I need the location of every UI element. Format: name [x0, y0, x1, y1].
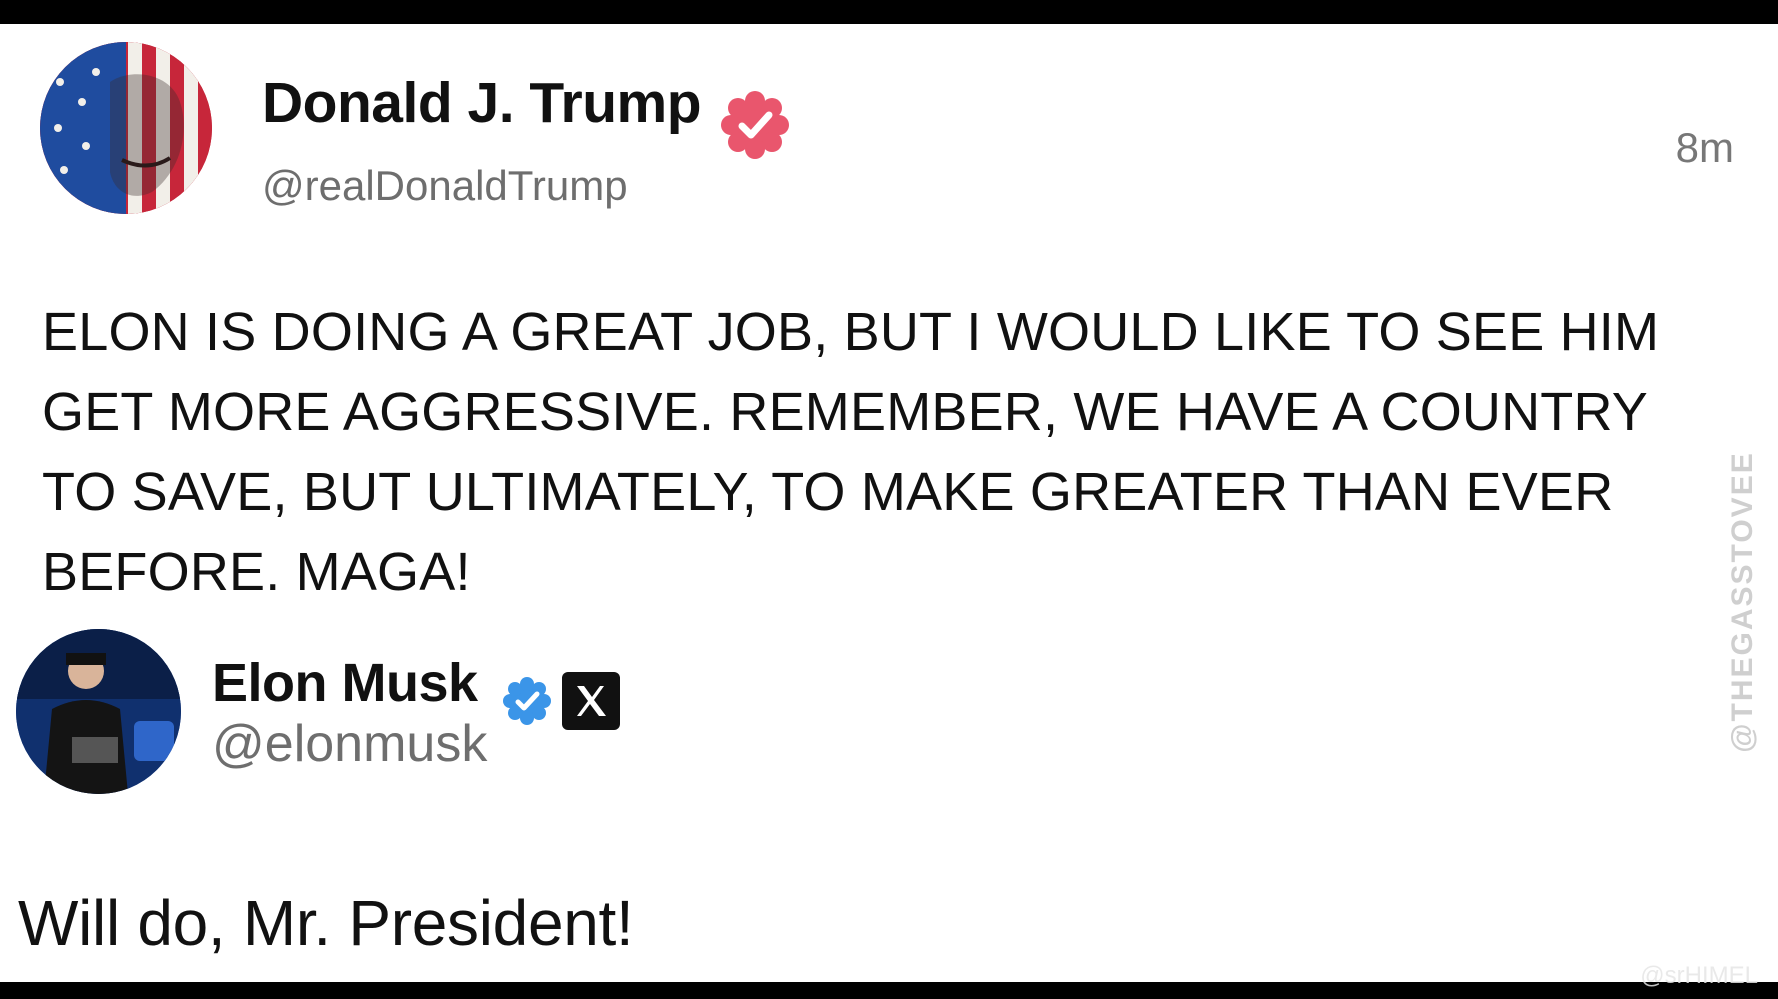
verified-badge-icon: [721, 91, 789, 159]
musk-avatar[interactable]: [16, 629, 181, 794]
side-watermark: @THEGASSTOVEE: [1726, 451, 1759, 753]
post-author-name[interactable]: Donald J. Trump: [262, 70, 702, 136]
x-logo-glyph: [577, 686, 606, 716]
trump-avatar-image: [40, 42, 212, 214]
musk-avatar-image: [16, 629, 181, 794]
post-card: Donald J. Trump @realDonaldTrump 8m ELON…: [0, 24, 1778, 982]
verified-badge-icon: [503, 677, 551, 725]
reply-author-name[interactable]: Elon Musk: [212, 652, 478, 714]
post-text: ELON IS DOING A GREAT JOB, BUT I WOULD L…: [42, 302, 1660, 602]
reply-text: Will do, Mr. President!: [18, 887, 634, 959]
post-author-handle[interactable]: @realDonaldTrump: [262, 162, 628, 210]
x-logo-icon: [562, 672, 620, 730]
post-timestamp: 8m: [1675, 124, 1734, 171]
corner-watermark: @srHIMEL: [1640, 962, 1758, 989]
screenshot-frame: Donald J. Trump @realDonaldTrump 8m ELON…: [0, 0, 1778, 999]
reply-author-handle[interactable]: @elonmusk: [212, 714, 487, 774]
trump-avatar[interactable]: [40, 42, 212, 214]
